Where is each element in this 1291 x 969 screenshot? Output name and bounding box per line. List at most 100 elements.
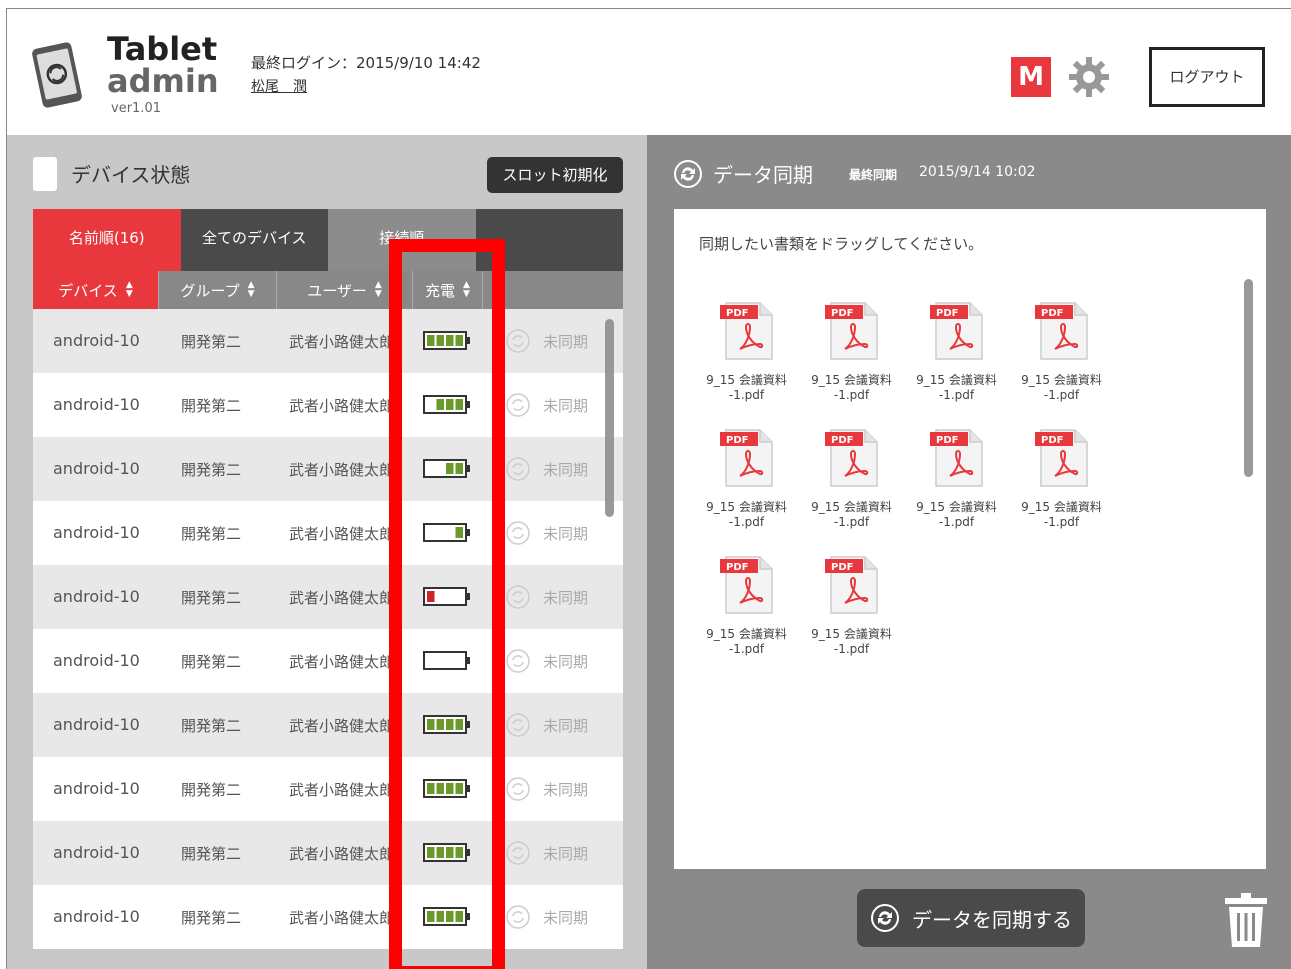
device-status-panel: デバイス状態 スロット初期化 名前順(16) 全てのデバイス 接続順 デバイス … <box>7 135 647 969</box>
sync-status-icon <box>505 584 531 610</box>
user-name[interactable]: 松尾 潤 <box>251 76 307 96</box>
device-list-scrollbar[interactable] <box>605 319 614 517</box>
file-name: 9_15 会議資料 <box>811 627 892 641</box>
brand-subtitle: admin <box>107 62 219 100</box>
slot-reset-button[interactable]: スロット初期化 <box>487 157 623 193</box>
tab-name-order[interactable]: 名前順(16) <box>33 209 181 271</box>
device-name: android-10 <box>53 395 140 414</box>
table-row[interactable]: android-10 開発第二 武者小路健太郎 未同期 <box>33 373 623 437</box>
file-name: 9_15 会議資料 <box>811 373 892 387</box>
column-device[interactable]: デバイス ▲ ▼ <box>33 271 159 309</box>
table-row[interactable]: android-10 開発第二 武者小路健太郎 未同期 <box>33 565 623 629</box>
pdf-icon: PDF <box>719 556 773 614</box>
gear-icon[interactable] <box>1067 55 1111 99</box>
device-name: android-10 <box>53 331 140 350</box>
logout-button[interactable]: ログアウト <box>1149 47 1265 107</box>
device-user: 武者小路健太郎 <box>289 845 393 863</box>
sync-status: 未同期 <box>543 525 589 543</box>
device-name: android-10 <box>53 779 140 798</box>
device-name: android-10 <box>53 843 140 862</box>
table-row[interactable]: android-10 開発第二 武者小路健太郎 未同期 <box>33 693 623 757</box>
brand-title: Tablet <box>107 30 218 68</box>
file-name: 9_15 会議資料 <box>916 373 997 387</box>
file-name: 9_15 会議資料 <box>1021 373 1102 387</box>
file-name: 9_15 会議資料 <box>706 500 787 514</box>
pdf-file[interactable]: PDF 9_15 会議資料 -1.pdf <box>904 299 1009 402</box>
file-name: 9_15 会議資料 <box>706 373 787 387</box>
device-tabs: 名前順(16) 全てのデバイス 接続順 <box>33 209 623 271</box>
table-row[interactable]: android-10 開発第二 武者小路健太郎 未同期 <box>33 501 623 565</box>
table-row[interactable]: android-10 開発第二 武者小路健太郎 未同期 <box>33 885 623 949</box>
device-name: android-10 <box>53 907 140 926</box>
device-name: android-10 <box>53 459 140 478</box>
sync-status: 未同期 <box>543 845 589 863</box>
file-name: 9_15 会議資料 <box>811 500 892 514</box>
device-user: 武者小路健太郎 <box>289 781 393 799</box>
column-group[interactable]: グループ ▲ ▼ <box>159 271 277 309</box>
sync-status: 未同期 <box>543 333 589 351</box>
table-row[interactable]: android-10 開発第二 武者小路健太郎 未同期 <box>33 629 623 693</box>
tablet-logo-icon <box>32 42 82 108</box>
header: Tablet admin ver1.01 最終ログイン：2015/9/10 14… <box>7 9 1291 135</box>
pdf-icon: PDF <box>929 429 983 487</box>
pdf-icon: PDF <box>824 429 878 487</box>
pdf-file[interactable]: PDF 9_15 会議資料 -1.pdf <box>904 426 1009 529</box>
device-user: 武者小路健太郎 <box>289 397 393 415</box>
device-panel-title: デバイス状態 <box>71 163 191 187</box>
sync-status-icon <box>505 648 531 674</box>
table-header: デバイス ▲ ▼ グループ ▲ ▼ ユーザー ▲ ▼ 充電 ▲ ▼ <box>33 271 623 309</box>
device-user: 武者小路健太郎 <box>289 717 393 735</box>
sync-icon <box>871 904 899 932</box>
sync-status-icon <box>505 712 531 738</box>
sync-data-button[interactable]: データを同期する <box>857 889 1085 947</box>
m-badge-button[interactable]: M <box>1011 57 1051 97</box>
column-device-label: デバイス <box>58 281 118 300</box>
sync-button-label: データを同期する <box>912 907 1072 932</box>
pdf-badge: PDF <box>726 308 748 319</box>
device-group: 開発第二 <box>181 909 242 927</box>
file-name: 9_15 会議資料 <box>1021 500 1102 514</box>
pdf-file[interactable]: PDF 9_15 会議資料 -1.pdf <box>799 426 904 529</box>
pdf-icon: PDF <box>824 302 878 360</box>
device-user: 武者小路健太郎 <box>289 333 393 351</box>
pdf-badge: PDF <box>726 435 748 446</box>
pdf-badge: PDF <box>726 562 748 573</box>
sync-status-icon <box>505 456 531 482</box>
file-ext: -1.pdf <box>1043 388 1080 402</box>
device-group: 開発第二 <box>181 653 242 671</box>
column-group-label: グループ <box>180 281 240 300</box>
pdf-file[interactable]: PDF 9_15 会議資料 -1.pdf <box>694 426 799 529</box>
file-ext: -1.pdf <box>728 388 765 402</box>
device-table-body: android-10 開発第二 武者小路健太郎 未同期 android-10 開発第二 武者… <box>33 309 623 949</box>
device-icon <box>33 157 57 191</box>
pdf-file[interactable]: PDF 9_15 会議資料 -1.pdf <box>694 553 799 656</box>
sync-status-icon <box>505 328 531 354</box>
pdf-badge: PDF <box>831 435 853 446</box>
pdf-file[interactable]: PDF 9_15 会議資料 -1.pdf <box>1009 299 1114 402</box>
table-row[interactable]: android-10 開発第二 武者小路健太郎 未同期 <box>33 821 623 885</box>
file-ext: -1.pdf <box>938 515 975 529</box>
pdf-file[interactable]: PDF 9_15 会議資料 -1.pdf <box>1009 426 1114 529</box>
pdf-file[interactable]: PDF 9_15 会議資料 -1.pdf <box>799 553 904 656</box>
sync-status-icon <box>505 904 531 930</box>
pdf-icon: PDF <box>719 429 773 487</box>
pdf-file[interactable]: PDF 9_15 会議資料 -1.pdf <box>694 299 799 402</box>
device-group: 開発第二 <box>181 781 242 799</box>
pdf-badge: PDF <box>1041 435 1063 446</box>
table-row[interactable]: android-10 開発第二 武者小路健太郎 未同期 <box>33 309 623 373</box>
file-name: 9_15 会議資料 <box>706 627 787 641</box>
file-ext: -1.pdf <box>833 388 870 402</box>
device-user: 武者小路健太郎 <box>289 653 393 671</box>
table-row[interactable]: android-10 開発第二 武者小路健太郎 未同期 <box>33 757 623 821</box>
tab-all-devices[interactable]: 全てのデバイス <box>180 209 328 271</box>
file-drop-area[interactable]: 同期したい書類をドラッグしてください。 PDF 9_15 会議資料 -1.pdf PD… <box>674 209 1266 869</box>
pdf-badge: PDF <box>831 562 853 573</box>
file-list-scrollbar[interactable] <box>1244 279 1253 477</box>
pdf-badge: PDF <box>1041 308 1063 319</box>
sync-icon <box>674 160 702 188</box>
pdf-file[interactable]: PDF 9_15 会議資料 -1.pdf <box>799 299 904 402</box>
table-row[interactable]: android-10 開発第二 武者小路健太郎 未同期 <box>33 437 623 501</box>
trash-icon[interactable] <box>1223 891 1269 949</box>
pdf-icon: PDF <box>719 302 773 360</box>
pdf-icon: PDF <box>929 302 983 360</box>
